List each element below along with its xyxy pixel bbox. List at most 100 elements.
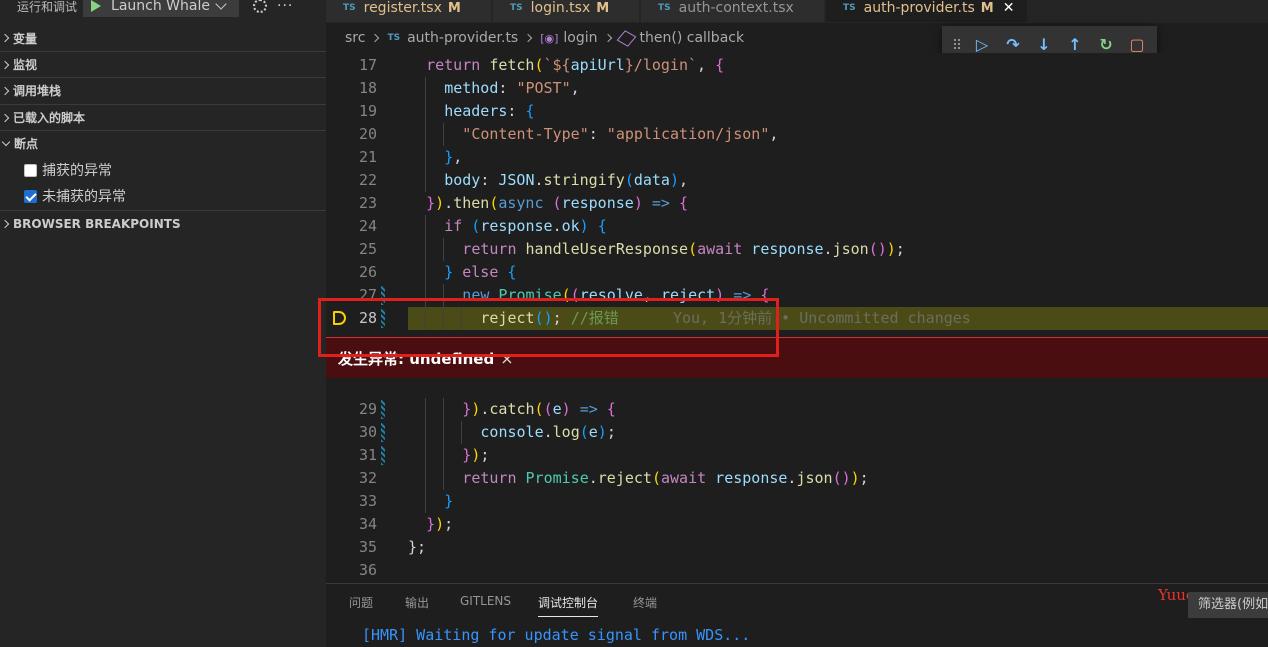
code-token: ( <box>534 400 544 418</box>
code-token: { <box>606 400 616 418</box>
modified-line-marker <box>381 446 385 465</box>
code-line[interactable]: 23}).then(async (response) => { <box>326 192 1268 215</box>
line-number: 19 <box>358 102 377 120</box>
indent-guide <box>461 421 463 444</box>
code-line[interactable]: 33} <box>326 490 1268 513</box>
code-token: else <box>453 263 508 281</box>
code-token: , <box>453 148 463 166</box>
sidebar-title: 运行和调试 <box>17 0 78 14</box>
code-line[interactable]: 18 method: "POST", <box>326 77 1268 100</box>
indent-guide <box>425 123 427 146</box>
code-line[interactable]: 22 body: JSON.stringify(data), <box>326 169 1268 192</box>
line-number: 23 <box>358 194 377 212</box>
breadcrumb-src[interactable]: src <box>345 30 365 46</box>
section-variables[interactable]: 变量 <box>0 25 326 51</box>
code-token: json <box>796 469 833 487</box>
code-token: }; <box>408 538 427 556</box>
caught-exceptions-checkbox[interactable] <box>24 163 37 177</box>
indent-guide <box>425 398 427 421</box>
code-line[interactable]: 20 "Content-Type": "application/json", <box>326 123 1268 146</box>
code-token: json <box>832 240 869 258</box>
bottom-panel: 问题 输出 GITLENS 调试控制台 终端 Yuucn.com 筛选器(例如 … <box>326 583 1268 647</box>
code-line[interactable]: 32 return Promise.reject(await response.j… <box>326 467 1268 490</box>
panel-tab-output[interactable]: 输出 <box>405 594 429 611</box>
launch-config-select[interactable]: Launch Whale <box>83 0 240 17</box>
breadcrumb-symbol[interactable]: [◉] login <box>540 30 597 46</box>
panel-tab-gitlens[interactable]: GITLENS <box>460 594 511 608</box>
indent-guide <box>425 77 427 100</box>
line-number: 32 <box>358 469 377 487</box>
panel-tab-terminal[interactable]: 终端 <box>633 594 657 611</box>
breadcrumb-file[interactable]: TS auth-provider.ts <box>387 30 518 46</box>
tab-auth-provider[interactable]: TS auth-provider.ts M ✕ <box>826 0 1028 22</box>
tab-label: auth-context.tsx <box>678 0 794 16</box>
code-line[interactable]: 25 return handleUserResponse(await respon… <box>326 238 1268 261</box>
step-out-icon[interactable]: ↑ <box>1065 34 1085 54</box>
uncaught-exceptions-checkbox[interactable] <box>24 189 37 203</box>
code-token: ; <box>859 469 869 487</box>
code-line[interactable]: 26} else { <box>326 261 1268 284</box>
typescript-file-icon: TS <box>510 3 523 13</box>
code-token: { <box>525 102 535 120</box>
section-call-stack[interactable]: 调用堆栈 <box>0 77 326 103</box>
code-token: ) <box>471 400 481 418</box>
code-text: return Promise.reject(await response.jso… <box>462 467 868 490</box>
code-token: ) <box>435 194 445 212</box>
gear-icon[interactable] <box>253 0 268 13</box>
annotation-highlight-box <box>318 298 779 357</box>
section-breakpoints[interactable]: 断点 <box>0 130 326 156</box>
code-token: catch <box>489 400 535 418</box>
code-token: "application/json" <box>606 125 770 143</box>
typescript-file-icon: TS <box>387 33 401 43</box>
breakpoint-caught-exceptions[interactable]: 捕获的异常 <box>24 158 112 182</box>
close-icon[interactable]: ✕ <box>1003 0 1015 16</box>
code-text: } <box>444 490 453 513</box>
code-line[interactable]: 19 headers: { <box>326 100 1268 123</box>
restart-icon[interactable]: ↻ <box>1096 34 1116 54</box>
code-line[interactable]: 17 return fetch(`${apiUrl}/login`, { <box>326 54 1268 77</box>
code-token: ok <box>561 217 580 235</box>
code-line[interactable]: 36 <box>326 559 1268 582</box>
filter-input[interactable]: 筛选器(例如 <box>1188 592 1268 618</box>
code-token: async <box>498 194 553 212</box>
typescript-file-icon: TS <box>843 3 856 13</box>
console-output-line: [HMR] Waiting for update signal from WDS… <box>362 626 751 644</box>
play-icon[interactable] <box>91 0 102 12</box>
drag-handle-icon[interactable] <box>953 38 961 50</box>
code-line[interactable]: 29}).catch((e) => { <box>326 398 1268 421</box>
code-text: body: JSON.stringify(data), <box>444 169 688 192</box>
continue-icon[interactable]: ▷ <box>972 34 992 54</box>
code-token: ; <box>606 423 616 441</box>
code-line[interactable]: 21}, <box>326 146 1268 169</box>
panel-tab-problems[interactable]: 问题 <box>349 594 373 611</box>
section-browser-breakpoints[interactable]: BROWSER BREAKPOINTS <box>0 210 326 236</box>
step-over-icon[interactable]: ↷ <box>1003 34 1023 54</box>
code-token: } <box>444 148 454 166</box>
step-into-icon[interactable]: ↓ <box>1034 34 1054 54</box>
breakpoint-uncaught-exceptions[interactable]: 未捕获的异常 <box>24 184 126 208</box>
code-text: }); <box>426 513 453 536</box>
code-line[interactable]: 31}); <box>326 444 1268 467</box>
section-watch[interactable]: 监视 <box>0 51 326 77</box>
panel-tab-debug-console[interactable]: 调试控制台 <box>538 594 599 617</box>
section-label: 监视 <box>13 58 38 72</box>
code-token: () <box>868 240 887 258</box>
code-line[interactable]: 35}; <box>326 536 1268 559</box>
code-token: . <box>543 423 553 441</box>
code-line[interactable]: 34}); <box>326 513 1268 536</box>
code-line[interactable]: 30 console.log(e); <box>326 421 1268 444</box>
breadcrumb-callback[interactable]: then() callback <box>616 29 744 47</box>
tab-login[interactable]: TS login.tsx M <box>493 0 640 22</box>
more-icon[interactable]: ··· <box>277 0 293 14</box>
tab-auth-context[interactable]: TS auth-context.tsx <box>641 0 825 22</box>
code-token: }/login` <box>624 56 698 74</box>
tab-register[interactable]: TS register.tsx M <box>326 0 492 22</box>
modified-badge: M <box>980 0 994 16</box>
code-token: } <box>444 492 454 510</box>
chevron-down-icon[interactable] <box>215 0 227 10</box>
section-loaded-scripts[interactable]: 已载入的脚本 <box>0 104 326 130</box>
code-token: e <box>588 423 598 441</box>
code-line[interactable]: 24 if (response.ok) { <box>326 215 1268 238</box>
modified-badge: M <box>596 0 610 16</box>
stop-icon[interactable]: ▢ <box>1127 34 1147 54</box>
